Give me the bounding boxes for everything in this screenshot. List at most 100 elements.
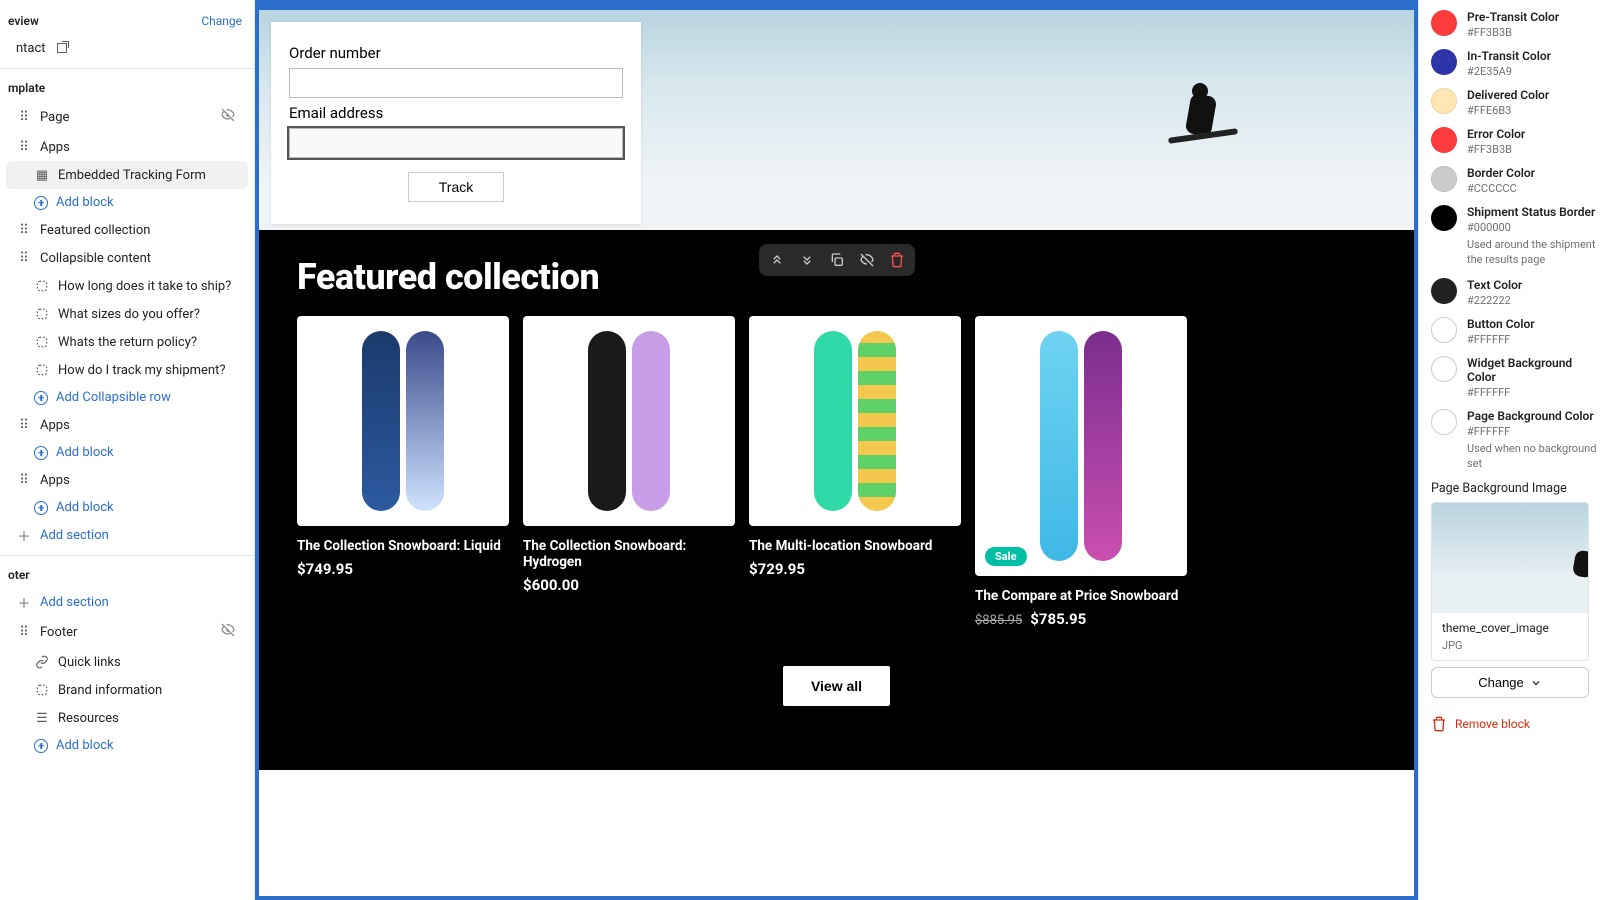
trash-icon <box>1431 716 1447 732</box>
add-block-1[interactable]: Add block <box>6 189 248 216</box>
order-number-input[interactable] <box>289 68 623 98</box>
color-hex: #FF3B3B <box>1467 26 1559 39</box>
add-block-4[interactable]: Add block <box>6 732 248 759</box>
quick-links-item[interactable]: Quick links <box>6 648 248 676</box>
email-label: Email address <box>289 104 623 122</box>
color-setting[interactable]: Error Color #FF3B3B <box>1431 127 1600 156</box>
faq-item-1[interactable]: How long does it take to ship? <box>6 272 248 300</box>
section-footer-title: oter <box>8 568 30 582</box>
plus-icon: ＋ <box>16 527 32 543</box>
bg-filetype: JPG <box>1442 639 1578 652</box>
color-setting[interactable]: Pre-Transit Color #FF3B3B <box>1431 10 1600 39</box>
remove-block-button[interactable]: Remove block <box>1431 716 1600 732</box>
color-setting[interactable]: Border Color #CCCCCC <box>1431 166 1600 195</box>
drag-handle-icon: ⠿ <box>16 139 32 155</box>
move-up-icon[interactable] <box>767 250 787 270</box>
product-grid: The Collection Snowboard: Liquid $749.95… <box>297 316 1376 628</box>
featured-collection-section: Featured collection The Collection Snowb… <box>259 230 1414 770</box>
color-hex: #000000 <box>1467 221 1600 234</box>
page-item[interactable]: ⠿ Page <box>6 101 248 133</box>
collapsible-content-item[interactable]: ⠿Collapsible content <box>6 244 248 272</box>
product-image <box>749 316 961 526</box>
color-hex: #FFFFFF <box>1467 386 1600 399</box>
color-setting[interactable]: Text Color #222222 <box>1431 278 1600 307</box>
color-swatch[interactable] <box>1431 356 1457 382</box>
add-block-2[interactable]: Add block <box>6 439 248 466</box>
add-section-2[interactable]: ＋Add section <box>6 588 248 616</box>
color-swatch[interactable] <box>1431 278 1457 304</box>
product-card[interactable]: The Collection Snowboard: Hydrogen $600.… <box>523 316 735 628</box>
color-name: Button Color <box>1467 317 1535 331</box>
product-price: $885.95$785.95 <box>975 610 1187 628</box>
product-card[interactable]: The Collection Snowboard: Liquid $749.95 <box>297 316 509 628</box>
product-title: The Multi-location Snowboard <box>749 538 961 554</box>
product-image <box>297 316 509 526</box>
view-all-button[interactable]: View all <box>783 666 890 706</box>
color-swatch[interactable] <box>1431 317 1457 343</box>
move-down-icon[interactable] <box>797 250 817 270</box>
color-name: Shipment Status Border <box>1467 205 1600 219</box>
color-swatch[interactable] <box>1431 205 1457 231</box>
collapsible-row-icon <box>34 682 50 698</box>
track-button[interactable]: Track <box>408 172 504 202</box>
embedded-tracking-form-item[interactable]: ▦Embedded Tracking Form <box>6 161 248 189</box>
collapsible-row-icon <box>34 306 50 322</box>
color-hex: #222222 <box>1467 294 1522 307</box>
color-setting[interactable]: Button Color #FFFFFF <box>1431 317 1600 346</box>
faq-item-4[interactable]: How do I track my shipment? <box>6 356 248 384</box>
apps-item-2[interactable]: ⠿Apps <box>6 411 248 439</box>
faq-item-2[interactable]: What sizes do you offer? <box>6 300 248 328</box>
color-hex: #FF3B3B <box>1467 143 1525 156</box>
add-block-3[interactable]: Add block <box>6 494 248 521</box>
plus-icon: ＋ <box>16 594 32 610</box>
preview-canvas: Order number Email address Track Feature… <box>255 0 1418 900</box>
product-card[interactable]: Sale The Compare at Price Snowboard $885… <box>975 316 1187 628</box>
bg-thumbnail <box>1432 503 1588 613</box>
eye-off-icon[interactable] <box>220 622 236 642</box>
apps-item-3[interactable]: ⠿Apps <box>6 466 248 494</box>
brand-info-item[interactable]: Brand information <box>6 676 248 704</box>
faq-item-3[interactable]: Whats the return policy? <box>6 328 248 356</box>
hide-icon[interactable] <box>857 250 877 270</box>
color-setting[interactable]: Delivered Color #FFE6B3 <box>1431 88 1600 117</box>
color-swatch[interactable] <box>1431 409 1457 435</box>
color-setting[interactable]: Page Background Color #FFFFFF Used when … <box>1431 409 1600 472</box>
product-card[interactable]: The Multi-location Snowboard $729.95 <box>749 316 961 628</box>
color-swatch[interactable] <box>1431 127 1457 153</box>
color-name: In-Transit Color <box>1467 49 1551 63</box>
add-collapsible-row[interactable]: Add Collapsible row <box>6 384 248 411</box>
color-setting[interactable]: In-Transit Color #2E35A9 <box>1431 49 1600 78</box>
color-swatch[interactable] <box>1431 88 1457 114</box>
footer-item[interactable]: ⠿Footer <box>6 616 248 648</box>
collapsible-row-icon <box>34 278 50 294</box>
delete-icon[interactable] <box>887 250 907 270</box>
color-swatch[interactable] <box>1431 10 1457 36</box>
featured-collection-item[interactable]: ⠿Featured collection <box>6 216 248 244</box>
resources-item[interactable]: ☰Resources <box>6 704 248 732</box>
drag-handle-icon: ⠿ <box>16 624 32 640</box>
snowboarder-graphic <box>1188 95 1214 135</box>
color-setting[interactable]: Widget Background Color #FFFFFF <box>1431 356 1600 399</box>
color-swatch[interactable] <box>1431 49 1457 75</box>
inspector-panel: Pre-Transit Color #FF3B3B In-Transit Col… <box>1418 0 1600 900</box>
color-hex: #FFE6B3 <box>1467 104 1549 117</box>
plus-circle-icon <box>34 739 48 753</box>
email-input[interactable] <box>289 128 623 158</box>
section-toolbar <box>759 244 915 276</box>
block-icon: ▦ <box>34 167 50 183</box>
change-image-button[interactable]: Change <box>1431 667 1589 698</box>
color-name: Pre-Transit Color <box>1467 10 1559 24</box>
drag-handle-icon: ⠿ <box>16 109 32 125</box>
plus-circle-icon <box>34 501 48 515</box>
link-icon <box>34 654 50 670</box>
change-link[interactable]: Change <box>201 14 242 28</box>
color-setting[interactable]: Shipment Status Border #000000 Used arou… <box>1431 205 1600 268</box>
contact-item[interactable]: ntact <box>6 34 248 62</box>
color-swatch[interactable] <box>1431 166 1457 192</box>
apps-item-1[interactable]: ⠿Apps <box>6 133 248 161</box>
bg-image-card[interactable]: theme_cover_image JPG <box>1431 502 1589 661</box>
eye-off-icon[interactable] <box>220 107 236 127</box>
color-desc: Used around the shipment the results pag… <box>1467 238 1600 268</box>
duplicate-icon[interactable] <box>827 250 847 270</box>
add-section-1[interactable]: ＋Add section <box>6 521 248 549</box>
